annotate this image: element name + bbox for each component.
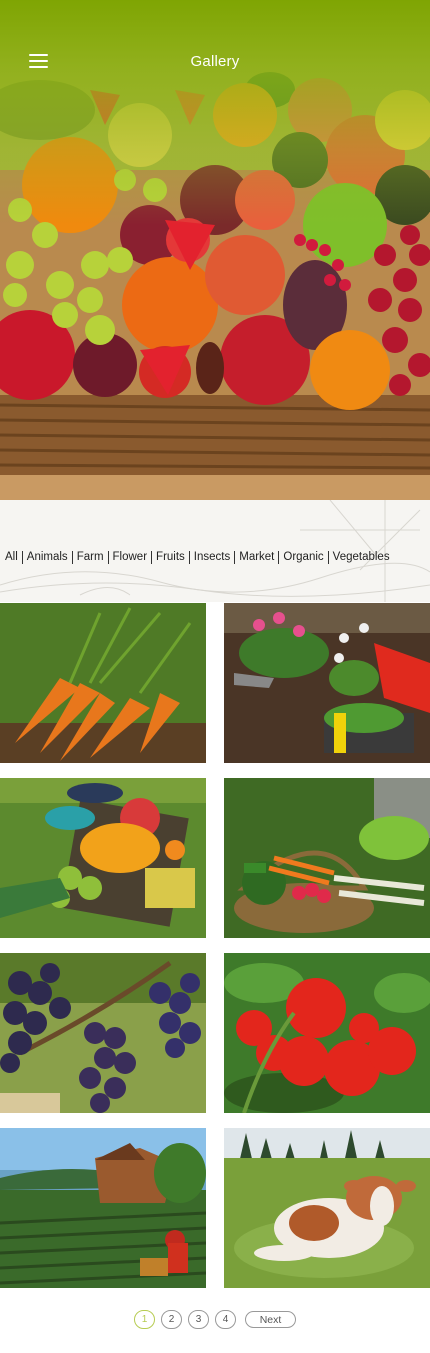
page-1-button[interactable]: 1 [134, 1310, 155, 1329]
filter-vegetables[interactable]: Vegetables [327, 551, 394, 564]
gallery-item-grapes[interactable] [0, 953, 206, 1113]
filter-animals[interactable]: Animals [21, 551, 72, 564]
page-4-button[interactable]: 4 [215, 1310, 236, 1329]
gallery-item-farmhouse[interactable] [0, 1128, 206, 1288]
filter-fruits[interactable]: Fruits [151, 551, 189, 564]
gallery-item-gardening[interactable] [224, 603, 430, 763]
next-page-button[interactable]: Next [245, 1311, 296, 1328]
filter-market[interactable]: Market [234, 551, 278, 564]
gallery-item-market[interactable] [0, 778, 206, 938]
gallery-item-cow[interactable] [224, 1128, 430, 1288]
gallery-item-vegetable-basket[interactable] [224, 778, 430, 938]
page-2-button[interactable]: 2 [161, 1310, 182, 1329]
pagination: 1 2 3 4 Next [0, 1310, 430, 1329]
filter-all[interactable]: All [0, 551, 22, 564]
filter-organic[interactable]: Organic [278, 551, 327, 564]
filter-farm[interactable]: Farm [71, 551, 108, 564]
category-filter-bar: All Animals Farm Flower Fruits Insects M… [0, 500, 430, 602]
filter-insects[interactable]: Insects [188, 551, 234, 564]
gallery-item-tomatoes[interactable] [224, 953, 430, 1113]
filter-list: All Animals Farm Flower Fruits Insects M… [0, 551, 430, 564]
hero-banner [0, 0, 430, 500]
filter-flower[interactable]: Flower [107, 551, 152, 564]
page-3-button[interactable]: 3 [188, 1310, 209, 1329]
page-title: Gallery [190, 53, 240, 70]
gallery-item-carrots[interactable] [0, 603, 206, 763]
